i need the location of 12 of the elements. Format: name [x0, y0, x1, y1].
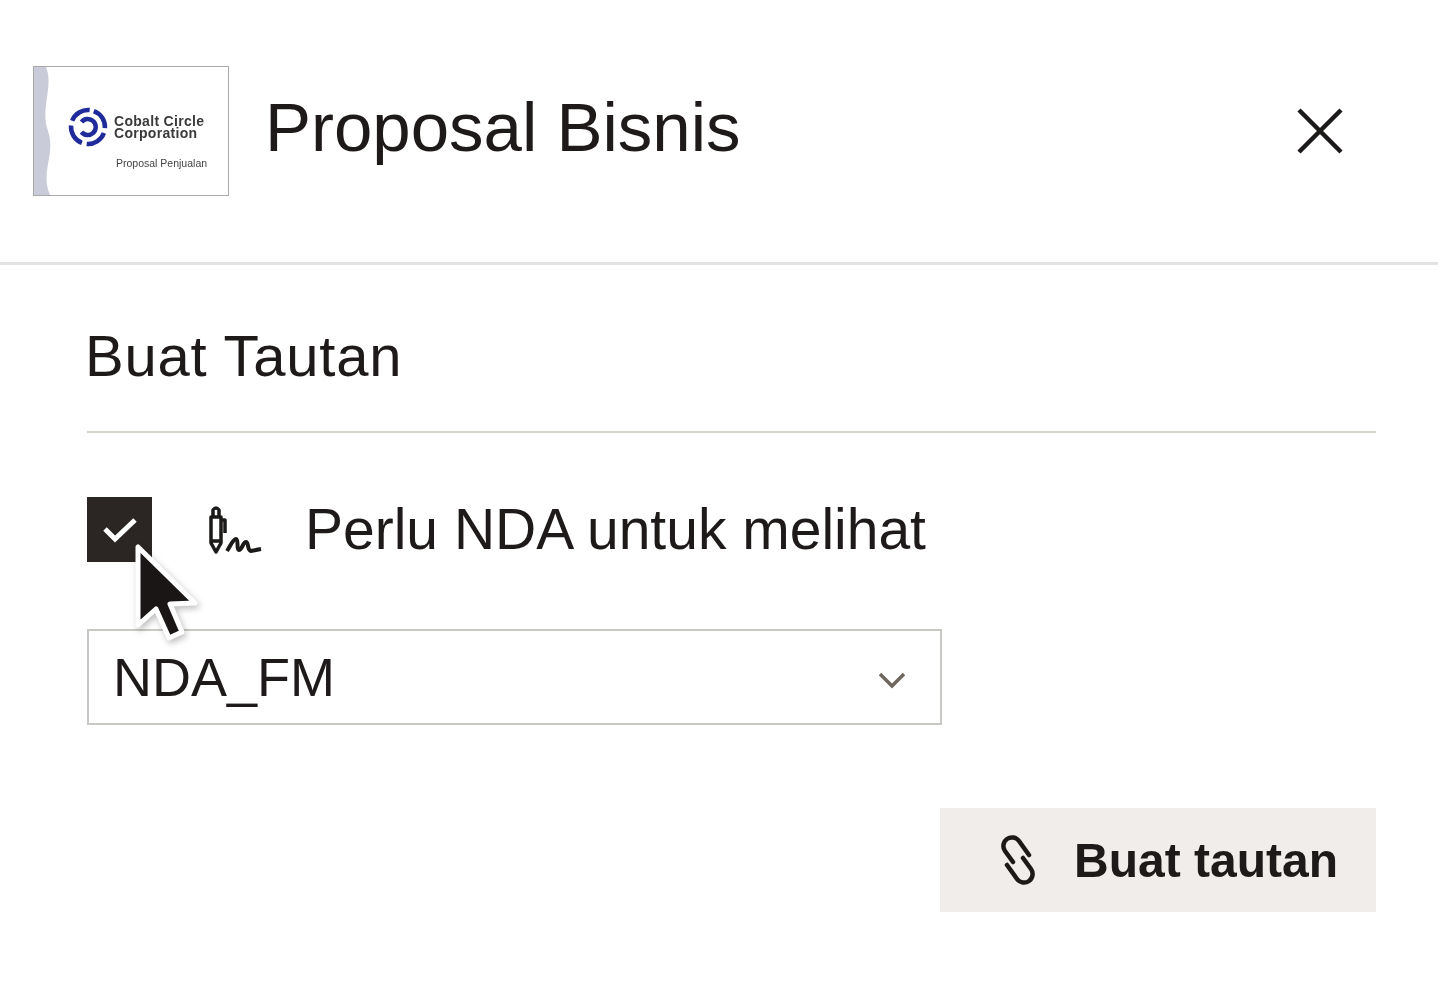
nda-dropdown[interactable]: NDA_FM: [87, 629, 942, 725]
document-subtitle: Proposal Penjualan: [116, 157, 208, 169]
option-label: Perlu NDA untuk melihat: [305, 501, 926, 558]
create-link-button[interactable]: Buat tautan: [940, 808, 1376, 912]
chevron-down-icon: [878, 671, 906, 689]
checkmark-icon: [101, 516, 138, 543]
company-name: Cobalt Circle Corporation: [114, 115, 205, 139]
link-icon: [998, 834, 1038, 886]
ring-logo-icon: [68, 107, 108, 147]
checkbox[interactable]: [87, 497, 152, 562]
section-title: Buat Tautan: [85, 322, 403, 390]
close-icon: [1297, 108, 1343, 154]
